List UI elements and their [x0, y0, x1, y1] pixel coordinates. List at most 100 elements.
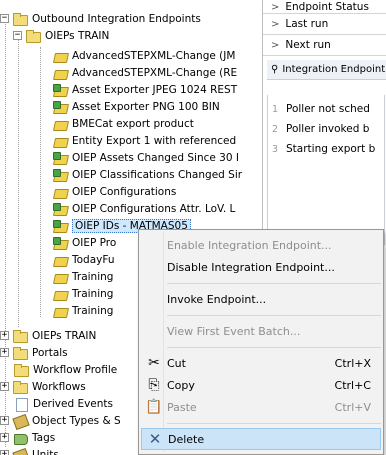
menu-item-invoke-endpoint[interactable]: Invoke Endpoint... [141, 288, 381, 310]
folder-icon [25, 29, 41, 43]
next-run-row[interactable]: > Next run [263, 35, 386, 56]
tree-node-top-level[interactable]: + Units [0, 446, 59, 455]
tree-node-label: Asset Exporter PNG 100 BIN [72, 100, 220, 113]
menu-item-enable-endpoint[interactable]: Enable Integration Endpoint... [141, 234, 381, 256]
endpoint-active-icon [52, 219, 68, 232]
tree-node-label: OIEP Classifications Changed Sir [72, 168, 243, 181]
chevron-right-icon: > [271, 39, 280, 51]
menu-item-cut[interactable]: ✂ Cut Ctrl+X [141, 352, 381, 374]
endpoint-icon [52, 287, 68, 300]
folder-icon [12, 12, 28, 26]
section-title: Integration Endpoint [282, 64, 386, 75]
menu-separator [167, 423, 381, 424]
collapse-icon[interactable]: − [0, 14, 9, 23]
menu-item-disable-endpoint[interactable]: Disable Integration Endpoint... [141, 256, 381, 278]
tree-node-endpoint[interactable]: OIEP Configurations [52, 183, 176, 200]
endpoint-active-icon [52, 168, 68, 181]
tree-node-endpoint[interactable]: OIEP Pro [52, 234, 116, 251]
expand-icon[interactable]: + [0, 331, 9, 340]
tree-node-outbound-integration-endpoints[interactable]: − Outbound Integration Endpoints [0, 10, 201, 27]
tree-node-label: Outbound Integration Endpoints [32, 12, 201, 25]
tree-node-label: Portals [32, 346, 68, 359]
tree-node-label: Object Types & S [32, 414, 121, 427]
tree-node-endpoint[interactable]: TodayFu [52, 251, 115, 268]
last-run-row[interactable]: > Last run [263, 14, 386, 35]
menu-item-delete[interactable]: ✕ Delete [141, 428, 381, 450]
tree-node-label: Workflows [32, 380, 86, 393]
endpoint-icon [52, 49, 68, 62]
expand-icon[interactable]: + [0, 416, 9, 425]
tree-node-top-level[interactable]: + Workflows [0, 378, 86, 395]
tree-node-endpoint[interactable]: BMECat export product [52, 115, 194, 132]
endpoint-icon [52, 134, 68, 147]
chevron-right-icon: > [271, 2, 280, 13]
menu-separator [167, 283, 381, 284]
tree-node-top-level[interactable]: + Object Types & S [0, 412, 121, 429]
expand-icon[interactable]: + [0, 348, 9, 357]
units-icon [12, 448, 28, 455]
pin-icon[interactable]: ⚲ [271, 64, 278, 75]
tree-node-endpoint[interactable]: Asset Exporter PNG 100 BIN [52, 98, 220, 115]
expand-icon[interactable]: + [0, 382, 9, 391]
copy-icon: ⎘ [148, 377, 160, 393]
tree-node-label: Training [72, 270, 114, 283]
tree-node-label: OIEP Configurations Attr. LoV. L [72, 202, 236, 215]
endpoint-active-icon [52, 100, 68, 113]
tree-node-endpoint[interactable]: Asset Exporter JPEG 1024 REST [52, 81, 237, 98]
menu-item-paste[interactable]: 📋 Paste Ctrl+V [141, 396, 381, 418]
tree-node-endpoint[interactable]: Training [52, 268, 113, 285]
tree-node-label: Derived Events [33, 397, 114, 410]
tree-node-top-level[interactable]: Derived Events [13, 395, 113, 412]
tree-node-label: Entity Export 1 with referenced [72, 134, 237, 147]
tree-node-oieps-train[interactable]: − OIEPs TRAIN [13, 27, 109, 44]
chevron-right-icon: > [271, 18, 280, 30]
log-line: 1 Poller not sched [272, 103, 370, 115]
folder-icon [12, 346, 28, 360]
tree-node-endpoint[interactable]: OIEP Classifications Changed Sir [52, 166, 242, 183]
delete-icon: ✕ [148, 430, 162, 448]
log-line: 3 Starting export b [272, 143, 376, 155]
tree-node-label: OIEP Pro [72, 236, 117, 249]
object-types-icon [12, 414, 28, 427]
log-line: 2 Poller invoked b [272, 123, 370, 135]
tree-node-label: BMECat export product [72, 117, 194, 130]
scissors-icon: ✂ [148, 355, 160, 371]
collapse-icon[interactable]: − [13, 31, 22, 40]
tree-node-label: AdvancedSTEPXML-Change (JM [72, 49, 236, 62]
endpoint-icon [52, 253, 68, 266]
tree-node-label: Tags [32, 431, 56, 444]
tree-node-label: OIEPs TRAIN [45, 29, 110, 42]
log-view: 1 Poller not sched 2 Poller invoked b 3 … [267, 95, 385, 245]
integration-endpoint-header[interactable]: ⚲ Integration Endpoint [267, 60, 386, 80]
tree-node-label: Asset Exporter JPEG 1024 REST [72, 83, 238, 96]
tree-node-top-level[interactable]: + Portals [0, 344, 68, 361]
tree-node-top-level[interactable]: Workflow Profile [13, 361, 117, 378]
menu-item-copy[interactable]: ⎘ Copy Ctrl+C [141, 374, 381, 396]
tree-node-label: OIEP Configurations [72, 185, 177, 198]
tree-node-endpoint[interactable]: AdvancedSTEPXML-Change (RE [52, 64, 237, 81]
folder-icon [12, 380, 28, 394]
endpoint-icon [52, 304, 68, 317]
tree-node-endpoint[interactable]: OIEP Configurations Attr. LoV. L [52, 200, 235, 217]
endpoint-active-icon [52, 202, 68, 215]
menu-separator [167, 315, 381, 316]
folder-icon [12, 329, 28, 343]
paste-icon: 📋 [145, 399, 163, 415]
tree-node-top-level[interactable]: + Tags [0, 429, 55, 446]
tree-node-endpoint[interactable]: Entity Export 1 with referenced [52, 132, 236, 149]
row-label: Endpoint Status [285, 1, 369, 13]
expand-icon[interactable]: + [0, 450, 9, 455]
tree-node-oieps-train-2[interactable]: + OIEPs TRAIN [0, 327, 96, 344]
tree-node-endpoint[interactable]: AdvancedSTEPXML-Change (JM [52, 47, 235, 64]
tree-node-endpoint[interactable]: Training [52, 285, 113, 302]
endpoint-icon [52, 185, 68, 198]
tree-node-endpoint[interactable]: Training [52, 302, 113, 319]
tree-node-label: OIEPs TRAIN [32, 329, 97, 342]
tree-node-endpoint[interactable]: OIEP Assets Changed Since 30 I [52, 149, 239, 166]
row-label: Next run [285, 39, 331, 51]
tree-node-label: Training [72, 304, 114, 317]
endpoint-status-row[interactable]: > Endpoint Status [263, 0, 386, 14]
expand-icon[interactable]: + [0, 433, 9, 442]
endpoint-active-icon [52, 151, 68, 164]
menu-item-view-first-event-batch[interactable]: View First Event Batch... [141, 320, 381, 342]
